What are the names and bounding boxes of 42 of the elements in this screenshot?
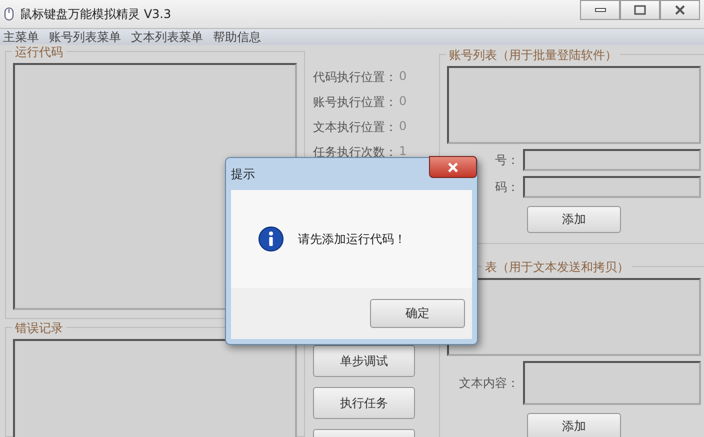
menu-item[interactable]: 账号列表菜单 xyxy=(49,28,121,46)
field-label: 文本内容： xyxy=(459,374,519,392)
add-button[interactable]: 添加 xyxy=(527,206,621,233)
list-box[interactable] xyxy=(447,278,701,356)
maximize-button[interactable] xyxy=(620,0,660,20)
list-box[interactable] xyxy=(447,66,701,144)
close-icon xyxy=(673,4,687,16)
status-value: 1 xyxy=(399,144,407,160)
panel-title: 运行代码 xyxy=(12,44,66,61)
input-field[interactable] xyxy=(523,176,701,198)
status-label: 账号执行位置： xyxy=(313,94,397,111)
mouse-icon xyxy=(4,7,14,21)
dialog-title: 提示 xyxy=(231,166,255,182)
status-value: 0 xyxy=(399,119,407,135)
status-value: 0 xyxy=(399,94,407,110)
input-field[interactable] xyxy=(523,149,701,171)
status-label: 代码执行位置： xyxy=(313,69,397,86)
info-icon xyxy=(258,226,284,252)
action-button[interactable]: 执行任务 xyxy=(313,387,415,419)
field-label: 码： xyxy=(495,178,519,196)
panel-title: 账号列表（用于批量登陆软件） xyxy=(446,47,620,64)
window-title: 鼠标键盘万能模拟精灵 V3.3 xyxy=(20,6,172,22)
close-icon xyxy=(447,162,459,172)
action-button[interactable]: 单步调试 xyxy=(313,345,415,377)
panel-title: 表（用于文本发送和拷贝） xyxy=(482,259,632,276)
minimize-button[interactable] xyxy=(580,0,620,20)
field-label: 号： xyxy=(495,152,519,168)
menu-item[interactable]: 帮助信息 xyxy=(213,28,261,46)
add-button[interactable]: 添加 xyxy=(527,413,621,437)
input-field[interactable] xyxy=(523,361,701,405)
error-log-area[interactable] xyxy=(13,339,297,437)
panel-title: 错误记录 xyxy=(12,320,66,337)
close-button[interactable] xyxy=(429,156,477,178)
status-label: 文本执行位置： xyxy=(313,119,397,136)
menu-item[interactable]: 主菜单 xyxy=(3,28,39,46)
ok-button[interactable]: 确定 xyxy=(370,299,465,328)
close-button[interactable] xyxy=(660,0,700,20)
minimize-icon xyxy=(594,8,606,12)
maximize-icon xyxy=(633,4,647,16)
dialog-message: 请先添加运行代码！ xyxy=(298,230,406,248)
menu-item[interactable]: 文本列表菜单 xyxy=(131,28,203,46)
status-value: 0 xyxy=(399,69,407,85)
